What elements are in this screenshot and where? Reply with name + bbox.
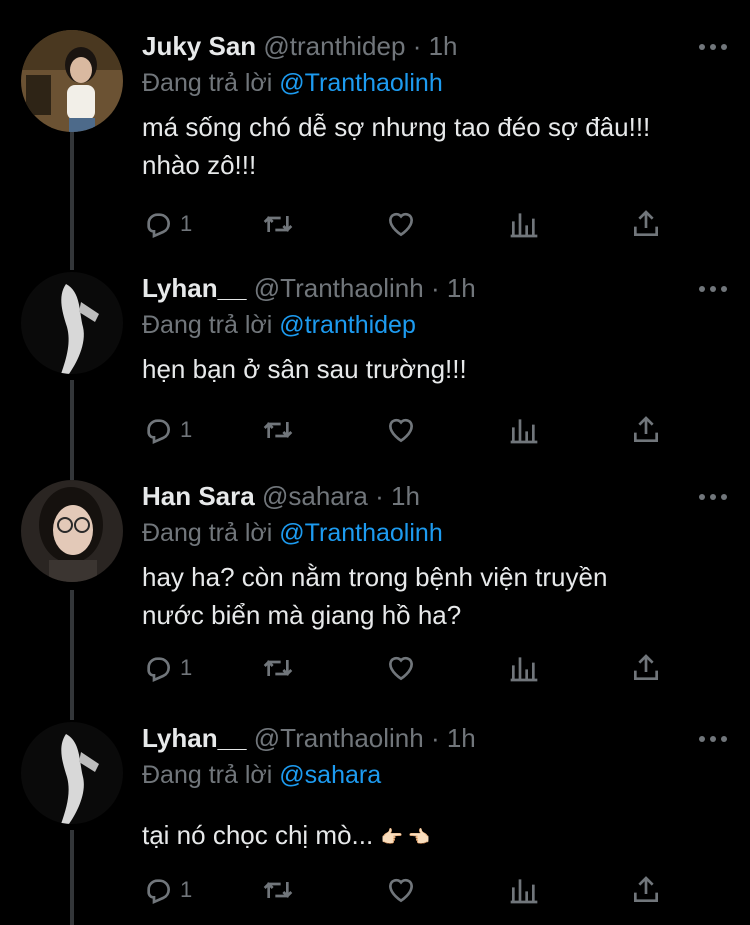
author-name[interactable]: Juky San: [142, 31, 256, 61]
tweet-text-line: tại nó chọc chị mò...: [142, 820, 374, 850]
avatar[interactable]: [21, 480, 123, 582]
replying-to-label: Đang trả lời: [142, 761, 273, 789]
heart-icon: [388, 212, 414, 237]
views-icon: [510, 213, 538, 238]
reply-count: 1: [180, 877, 193, 902]
share-icon: [634, 210, 658, 236]
views-icon: [510, 657, 538, 682]
tweet-text: hẹn bạn ở sân sau trường!!!: [142, 350, 730, 388]
replying-to-label: Đang trả lời: [142, 69, 273, 97]
like-button[interactable]: [385, 410, 417, 450]
tweet-text-line: hay ha? còn nằm trong bệnh viện truyền: [142, 562, 608, 592]
author-handle[interactable]: @sahara: [262, 481, 368, 511]
tweet-text: má sống chó dễ sợ nhưng tao đéo sợ đâu!!…: [142, 108, 730, 184]
replying-to-label: Đang trả lời: [142, 311, 273, 339]
avatar[interactable]: [21, 30, 123, 132]
share-button[interactable]: [630, 870, 662, 910]
replying-to: Đang trả lời @Tranthaolinh: [142, 516, 730, 550]
share-icon: [634, 876, 658, 902]
thread-line: [70, 110, 74, 270]
views-icon: [510, 879, 538, 904]
reply-button[interactable]: 1: [142, 204, 192, 244]
tweet-actions: 1: [0, 410, 750, 450]
heart-icon: [388, 878, 414, 903]
tweet-text-line: má sống chó dễ sợ nhưng tao đéo sợ đâu!!…: [142, 112, 651, 142]
tweet-actions: 1: [0, 204, 750, 244]
retweet-button[interactable]: [262, 648, 294, 688]
tweet-header: Juky San @tranthidep · 1h: [142, 30, 730, 62]
views-button[interactable]: [508, 870, 540, 910]
reply-icon: [147, 879, 171, 905]
replying-to: Đang trả lời @sahara: [142, 758, 730, 792]
author-handle[interactable]: @Tranthaolinh: [254, 273, 424, 303]
mention-link[interactable]: @Tranthaolinh: [279, 69, 442, 97]
more-icon[interactable]: [696, 482, 730, 510]
retweet-icon: [263, 660, 293, 676]
reply-count: 1: [180, 655, 193, 680]
views-button[interactable]: [508, 204, 540, 244]
views-icon: [510, 419, 538, 444]
tweet-text-line: hẹn bạn ở sân sau trường!!!: [142, 354, 467, 384]
mention-link[interactable]: @tranthidep: [279, 311, 416, 339]
heart-icon: [388, 418, 414, 443]
tweet-header: Lyhan__ @Tranthaolinh · 1h: [142, 722, 730, 754]
replying-to: Đang trả lời @Tranthaolinh: [142, 66, 730, 100]
share-icon: [634, 654, 658, 680]
reply-icon: [147, 419, 171, 445]
tweet-text-line: nước biển mà giang hồ ha?: [142, 600, 462, 630]
reply-button[interactable]: 1: [142, 870, 192, 910]
author-name[interactable]: Han Sara: [142, 481, 255, 511]
reply-button[interactable]: 1: [142, 648, 192, 688]
tweet-actions: 1: [0, 870, 750, 910]
share-button[interactable]: [630, 648, 662, 688]
reply-icon: [147, 657, 171, 683]
tweet-text: tại nó chọc chị mò... 👉🏻 👈🏻: [142, 816, 730, 856]
reply-count: 1: [180, 417, 193, 442]
share-button[interactable]: [630, 410, 662, 450]
tweet-actions: 1: [0, 648, 750, 688]
retweet-button[interactable]: [262, 204, 294, 244]
replying-to-label: Đang trả lời: [142, 519, 273, 547]
more-icon[interactable]: [696, 724, 730, 752]
retweet-icon: [263, 882, 293, 898]
timestamp[interactable]: · 1h: [431, 723, 476, 753]
retweet-icon: [263, 422, 293, 438]
like-button[interactable]: [385, 870, 417, 910]
avatar[interactable]: [21, 272, 123, 374]
retweet-icon: [263, 216, 293, 232]
tweet-text-line: nhào zô!!!: [142, 150, 257, 180]
timestamp[interactable]: · 1h: [413, 31, 458, 61]
reply-icon: [147, 213, 171, 239]
mention-link[interactable]: @sahara: [279, 761, 381, 789]
more-icon[interactable]: [696, 32, 730, 60]
author-name[interactable]: Lyhan__: [142, 723, 247, 753]
like-button[interactable]: [385, 648, 417, 688]
timestamp[interactable]: · 1h: [375, 481, 420, 511]
more-icon[interactable]: [696, 274, 730, 302]
replying-to: Đang trả lời @tranthidep: [142, 308, 730, 342]
tweet-header: Lyhan__ @Tranthaolinh · 1h: [142, 272, 730, 304]
tweet-text: hay ha? còn nằm trong bệnh viện truyền n…: [142, 558, 730, 634]
author-handle[interactable]: @tranthidep: [263, 31, 405, 61]
author-handle[interactable]: @Tranthaolinh: [254, 723, 424, 753]
like-button[interactable]: [385, 204, 417, 244]
views-button[interactable]: [508, 648, 540, 688]
retweet-button[interactable]: [262, 410, 294, 450]
share-button[interactable]: [630, 204, 662, 244]
reply-button[interactable]: 1: [142, 410, 192, 450]
timestamp[interactable]: · 1h: [431, 273, 476, 303]
heart-icon: [388, 656, 414, 681]
pointing-hands-emoji: 👉🏻 👈🏻: [380, 827, 431, 848]
views-button[interactable]: [508, 410, 540, 450]
avatar[interactable]: [21, 722, 123, 824]
retweet-button[interactable]: [262, 870, 294, 910]
mention-link[interactable]: @Tranthaolinh: [279, 519, 442, 547]
author-name[interactable]: Lyhan__: [142, 273, 247, 303]
share-icon: [634, 416, 658, 442]
reply-count: 1: [180, 211, 193, 236]
tweet-header: Han Sara @sahara · 1h: [142, 480, 730, 512]
